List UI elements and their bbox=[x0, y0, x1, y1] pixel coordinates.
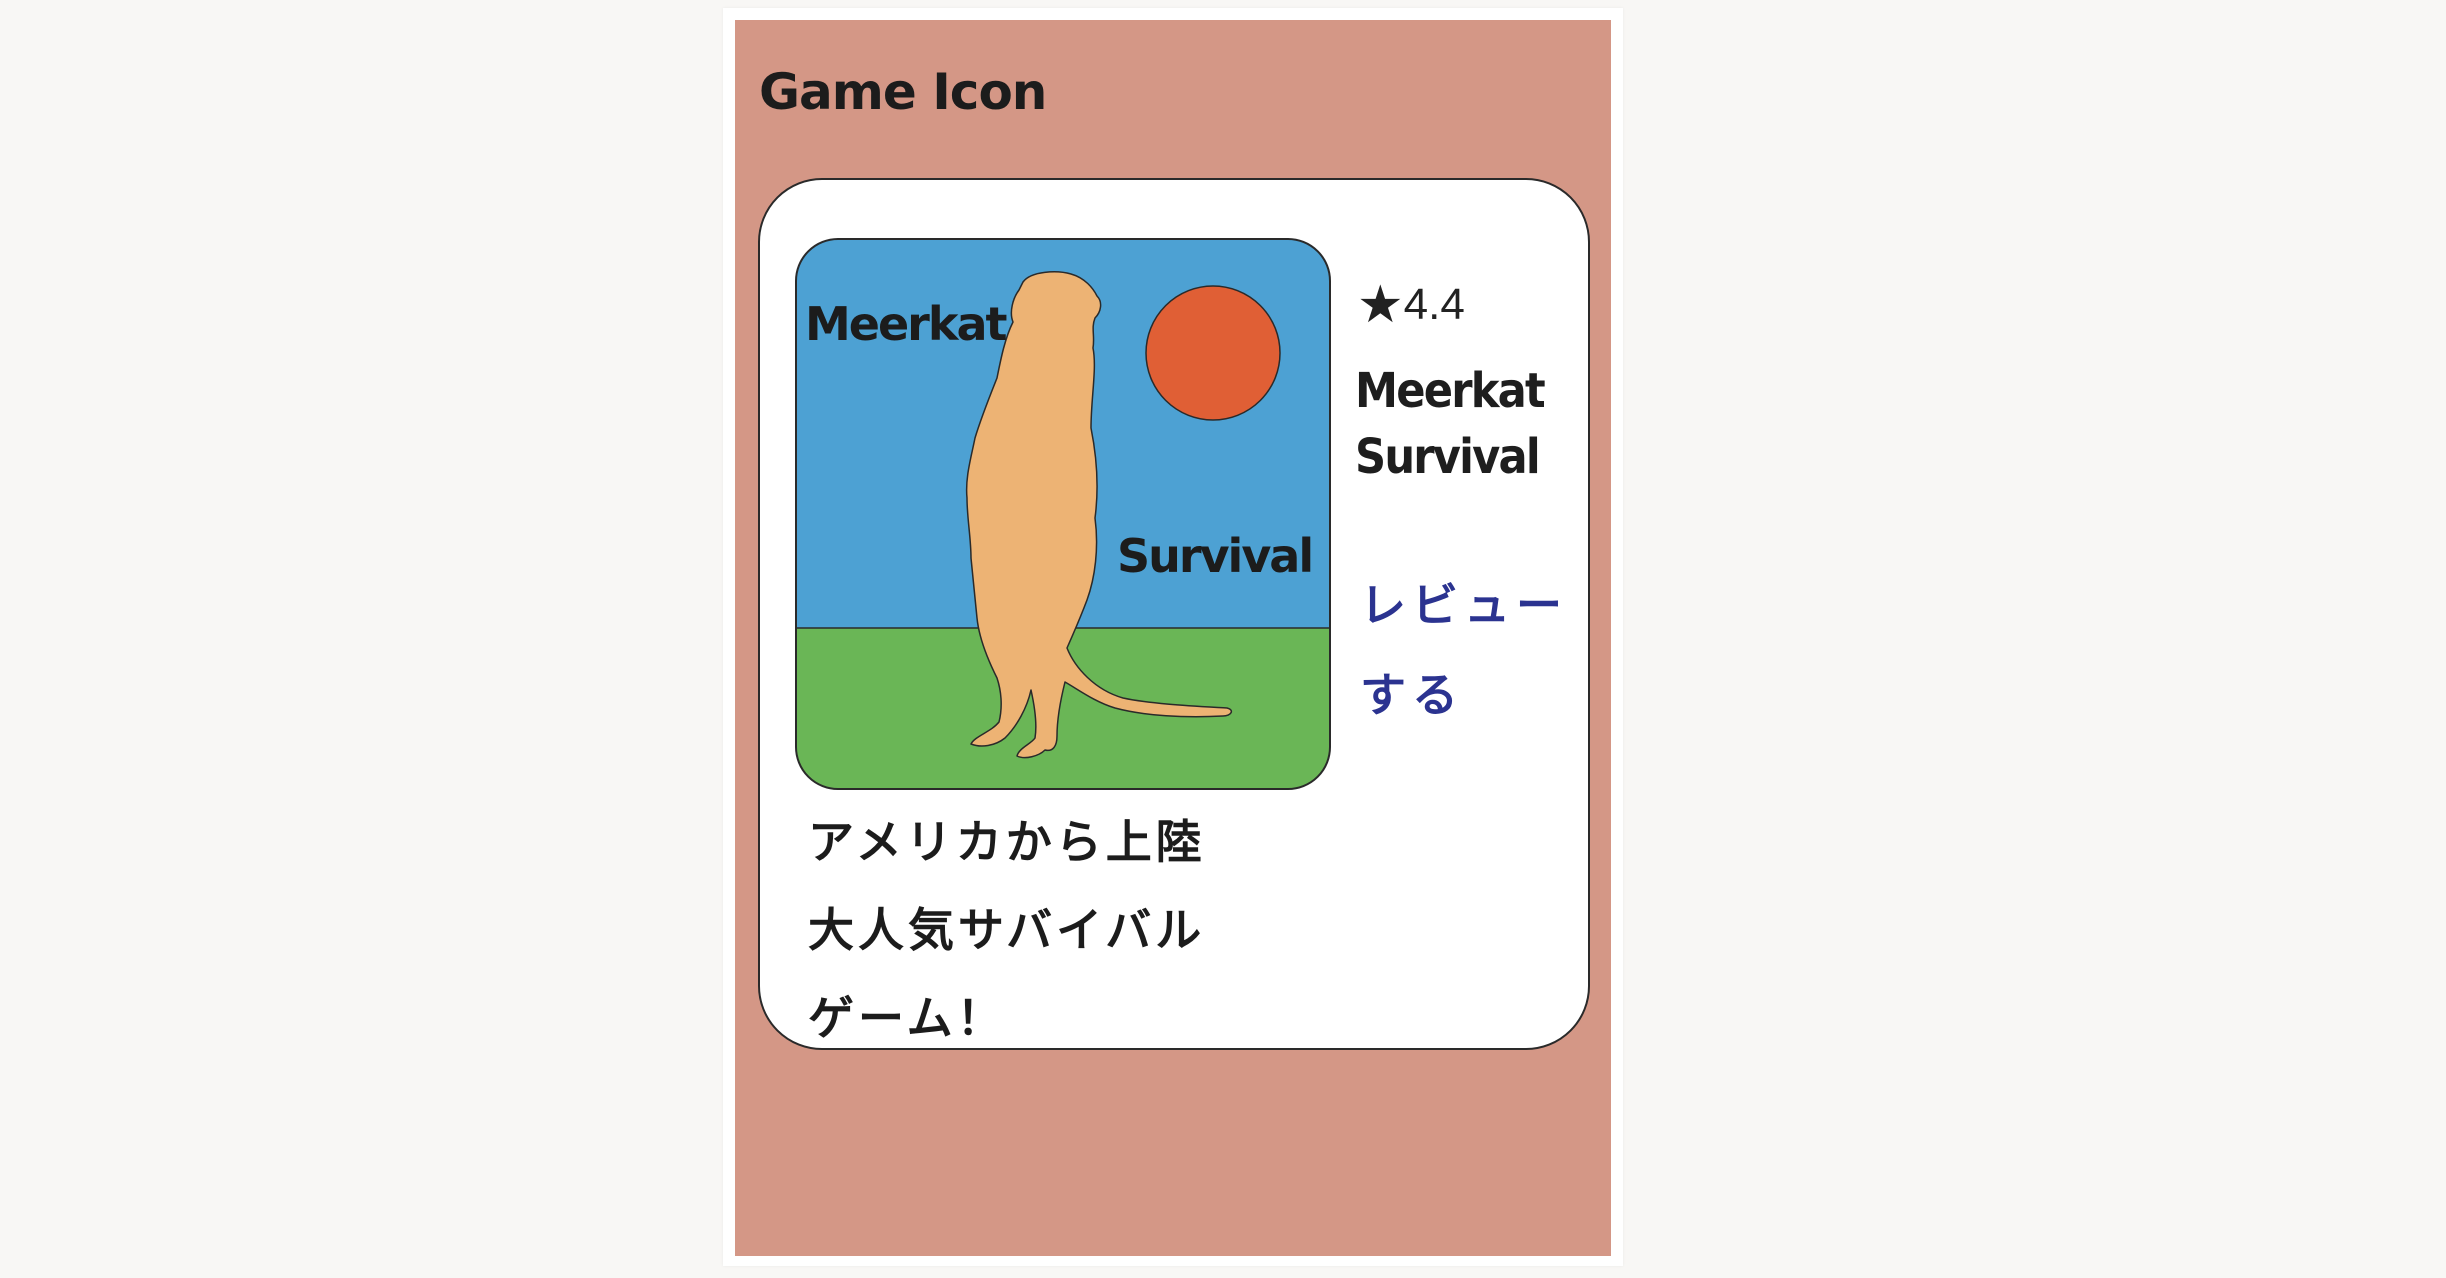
game-icon-image[interactable]: Meerkat Survival bbox=[795, 238, 1331, 790]
game-icon-svg: Meerkat Survival bbox=[795, 238, 1331, 790]
page-frame: Game Icon Meerkat Survival ★4.4 Meerkat … bbox=[723, 8, 1623, 1266]
tagline-line: ゲーム！ bbox=[808, 991, 1007, 1045]
star-icon: ★ bbox=[1357, 275, 1404, 335]
game-name: Meerkat Survival bbox=[1355, 358, 1562, 490]
tagline-line: 大人気サバイバル bbox=[808, 903, 1206, 957]
icon-title-bottom: Survival bbox=[1117, 529, 1312, 583]
rating: ★4.4 bbox=[1357, 279, 1465, 331]
rating-value: 4.4 bbox=[1403, 280, 1465, 329]
game-name-line2: Survival bbox=[1355, 429, 1541, 485]
sun-icon bbox=[1145, 285, 1281, 421]
game-tagline: アメリカから上陸 大人気サバイバル ゲーム！ bbox=[808, 798, 1248, 1062]
panel-title: Game Icon bbox=[759, 63, 1047, 121]
game-name-line1: Meerkat bbox=[1355, 363, 1546, 419]
tagline-line: アメリカから上陸 bbox=[808, 815, 1206, 869]
game-card[interactable]: Meerkat Survival ★4.4 Meerkat Survival レ… bbox=[758, 178, 1590, 1050]
review-link-line1: レビュー bbox=[1360, 578, 1568, 632]
review-link[interactable]: レビュー する bbox=[1360, 560, 1580, 740]
review-link-line2: する bbox=[1360, 668, 1464, 722]
game-icon-panel: Game Icon Meerkat Survival ★4.4 Meerkat … bbox=[735, 20, 1611, 1256]
icon-title-top: Meerkat bbox=[805, 297, 1006, 351]
